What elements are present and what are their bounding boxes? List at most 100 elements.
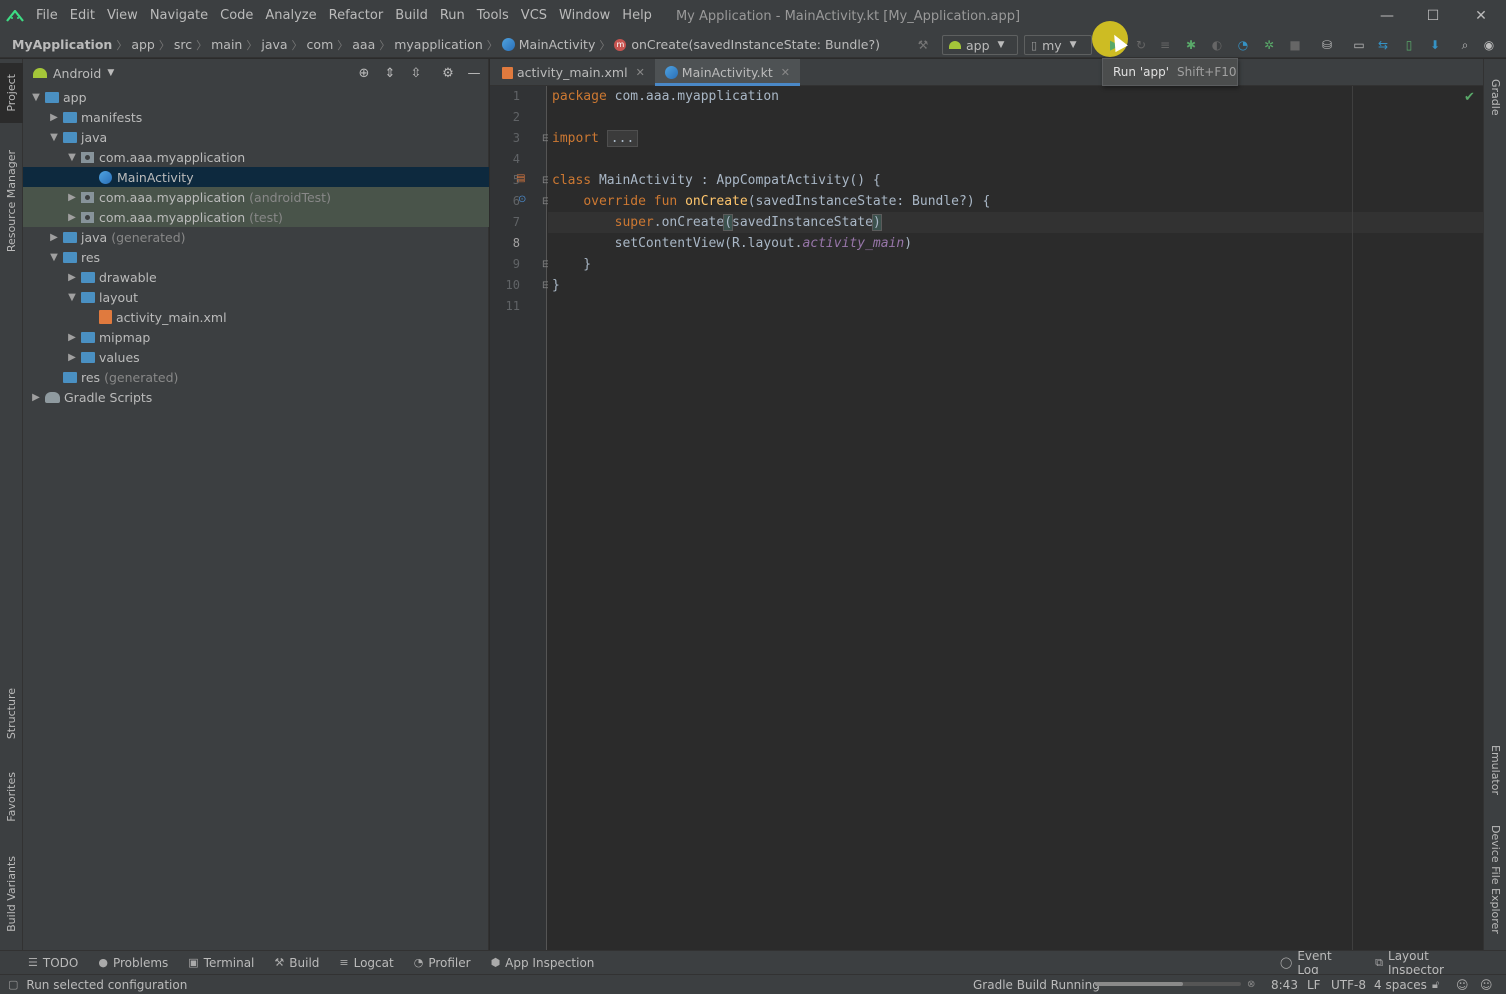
tree-item[interactable]: ▼ layout bbox=[23, 287, 489, 307]
chevron-right-icon[interactable]: ▶ bbox=[29, 392, 43, 403]
tree-item[interactable]: ▼ com.aaa.myapplication bbox=[23, 147, 489, 167]
resource-manager-tool-tab[interactable]: Resource Manager bbox=[0, 141, 23, 261]
chevron-right-icon[interactable]: ▶ bbox=[47, 232, 61, 243]
settings-sync-icon[interactable]: ⬇ bbox=[1428, 38, 1442, 52]
breadcrumb-method[interactable]: m onCreate(savedInstanceState: Bundle?) bbox=[610, 37, 884, 52]
tree-item[interactable]: MainActivity bbox=[23, 167, 489, 187]
collapse-all-icon[interactable]: ⇳ bbox=[409, 66, 423, 81]
menu-vcs[interactable]: VCS bbox=[515, 0, 553, 32]
breadcrumb-class[interactable]: MainActivity bbox=[498, 37, 600, 52]
account-icon[interactable]: ◉ bbox=[1482, 38, 1496, 52]
chevron-down-icon[interactable]: ▼ bbox=[47, 132, 61, 143]
close-tab-icon[interactable]: ✕ bbox=[636, 66, 645, 79]
tool-tab-event-log[interactable]: ◯ Event Log bbox=[1280, 949, 1355, 977]
tool-tab-build[interactable]: ⚒ Build bbox=[274, 956, 319, 970]
hide-panel-icon[interactable]: — bbox=[467, 66, 481, 81]
menu-analyze[interactable]: Analyze bbox=[259, 0, 322, 32]
tool-tab-terminal[interactable]: ▣ Terminal bbox=[188, 956, 254, 970]
tree-item[interactable]: ▶ com.aaa.myapplication (test) bbox=[23, 207, 489, 227]
close-tab-icon[interactable]: ✕ bbox=[781, 66, 790, 79]
build-variants-tool-tab[interactable]: Build Variants bbox=[0, 844, 23, 944]
menu-build[interactable]: Build bbox=[389, 0, 434, 32]
tree-item[interactable]: ▶ java (generated) bbox=[23, 227, 489, 247]
tool-tab-todo[interactable]: ☰ TODO bbox=[28, 956, 78, 970]
menu-view[interactable]: View bbox=[101, 0, 144, 32]
tree-item[interactable]: ▶ mipmap bbox=[23, 327, 489, 347]
structure-tool-tab[interactable]: Structure bbox=[0, 679, 23, 749]
hammer-icon[interactable]: ⚒ bbox=[916, 38, 930, 52]
minimize-icon[interactable]: — bbox=[1364, 0, 1410, 32]
project-tool-tab[interactable]: Project bbox=[0, 63, 23, 123]
chevron-down-icon[interactable]: ▼ bbox=[65, 292, 79, 303]
background-task[interactable]: Gradle Build Running bbox=[973, 978, 1100, 992]
feedback-icon[interactable]: ☺ bbox=[1480, 978, 1493, 992]
breadcrumb-item[interactable]: com bbox=[303, 37, 338, 52]
tree-item[interactable]: ▶ drawable bbox=[23, 267, 489, 287]
breadcrumb-item[interactable]: main bbox=[207, 37, 246, 52]
menu-window[interactable]: Window bbox=[553, 0, 616, 32]
breadcrumb-item[interactable]: src bbox=[170, 37, 196, 52]
tree-item[interactable]: ▼ res bbox=[23, 247, 489, 267]
line-separator[interactable]: LF bbox=[1307, 978, 1321, 992]
tree-item[interactable]: res (generated) bbox=[23, 367, 489, 387]
breadcrumb-item[interactable]: app bbox=[127, 37, 159, 52]
menu-navigate[interactable]: Navigate bbox=[144, 0, 214, 32]
profile-icon[interactable]: ◔ bbox=[1236, 38, 1250, 52]
emulator-tool-tab[interactable]: Emulator bbox=[1484, 735, 1506, 805]
tree-item[interactable]: ▶ Gradle Scripts bbox=[23, 387, 489, 407]
chevron-down-icon[interactable]: ▼ bbox=[29, 92, 43, 103]
device-dropdown[interactable]: ▯ my ▼ bbox=[1024, 35, 1092, 55]
tree-item[interactable]: ▶ manifests bbox=[23, 107, 489, 127]
chevron-right-icon[interactable]: ▶ bbox=[65, 352, 79, 363]
gradle-tool-tab[interactable]: Gradle bbox=[1484, 67, 1506, 127]
tree-item[interactable]: ▼ app bbox=[23, 87, 489, 107]
sync-project-icon[interactable]: ⛁ bbox=[1320, 38, 1334, 52]
tool-tab-profiler[interactable]: ◔ Profiler bbox=[414, 956, 471, 970]
chevron-down-icon[interactable]: ▼ bbox=[65, 152, 79, 163]
maximize-icon[interactable]: ☐ bbox=[1410, 0, 1456, 32]
attach-debugger-icon[interactable]: ✲ bbox=[1262, 38, 1276, 52]
breadcrumb-item[interactable]: MyApplication bbox=[8, 37, 116, 52]
search-icon[interactable]: ⌕ bbox=[1458, 38, 1472, 52]
menu-code[interactable]: Code bbox=[214, 0, 259, 32]
tab-main-activity-kt[interactable]: MainActivity.kt ✕ bbox=[654, 59, 801, 86]
close-window-icon[interactable]: ✕ bbox=[1458, 0, 1504, 32]
tree-item[interactable]: ▼ java bbox=[23, 127, 489, 147]
tab-activity-main-xml[interactable]: activity_main.xml ✕ bbox=[490, 59, 655, 86]
breadcrumb-item[interactable]: myapplication bbox=[390, 37, 487, 52]
device-file-explorer-tool-tab[interactable]: Device File Explorer bbox=[1484, 819, 1506, 939]
breadcrumb-item[interactable]: java bbox=[257, 37, 291, 52]
expand-all-icon[interactable]: ⇕ bbox=[383, 66, 397, 81]
project-view-mode[interactable]: Android bbox=[53, 66, 101, 81]
menu-edit[interactable]: Edit bbox=[64, 0, 101, 32]
chevron-down-icon[interactable]: ▼ bbox=[47, 252, 61, 263]
chevron-right-icon[interactable]: ▶ bbox=[65, 212, 79, 223]
tool-tab-app-inspection[interactable]: ⬢ App Inspection bbox=[491, 956, 595, 970]
menu-file[interactable]: File bbox=[30, 0, 64, 32]
tool-tab-layout-inspector[interactable]: ⧉ Layout Inspector bbox=[1375, 949, 1486, 977]
chevron-right-icon[interactable]: ▶ bbox=[65, 272, 79, 283]
tree-item[interactable]: ▶ values bbox=[23, 347, 489, 367]
run-config-dropdown[interactable]: app ▼ bbox=[942, 35, 1018, 55]
apply-changes-icon[interactable]: ↻ bbox=[1134, 38, 1148, 52]
menu-run[interactable]: Run bbox=[434, 0, 471, 32]
device-manager-icon[interactable]: ▯ bbox=[1402, 38, 1416, 52]
cancel-task-icon[interactable]: ⊗ bbox=[1247, 979, 1255, 990]
sdk-manager-icon[interactable]: ⇆ bbox=[1376, 38, 1390, 52]
file-encoding[interactable]: UTF-8 bbox=[1331, 978, 1366, 992]
tree-item[interactable]: ▶ com.aaa.myapplication (androidTest) bbox=[23, 187, 489, 207]
stop-icon[interactable]: ■ bbox=[1288, 38, 1302, 52]
inspection-widget-icon[interactable]: ☺ bbox=[1456, 978, 1469, 992]
debug-icon[interactable]: ✱ bbox=[1184, 38, 1198, 52]
breadcrumb-item[interactable]: aaa bbox=[348, 37, 379, 52]
caret-position[interactable]: 8:43 bbox=[1271, 978, 1298, 992]
chevron-right-icon[interactable]: ▶ bbox=[65, 192, 79, 203]
chevron-down-icon[interactable]: ▼ bbox=[107, 68, 114, 78]
chevron-right-icon[interactable]: ▶ bbox=[65, 332, 79, 343]
tool-tab-logcat[interactable]: ≡ Logcat bbox=[339, 956, 393, 970]
chevron-right-icon[interactable]: ▶ bbox=[47, 112, 61, 123]
menu-tools[interactable]: Tools bbox=[471, 0, 515, 32]
code-editor[interactable]: package com.aaa.myapplication import ...… bbox=[548, 86, 1483, 950]
avd-manager-icon[interactable]: ▭ bbox=[1352, 38, 1366, 52]
lock-icon[interactable]: 🔓︎ bbox=[1432, 978, 1439, 992]
